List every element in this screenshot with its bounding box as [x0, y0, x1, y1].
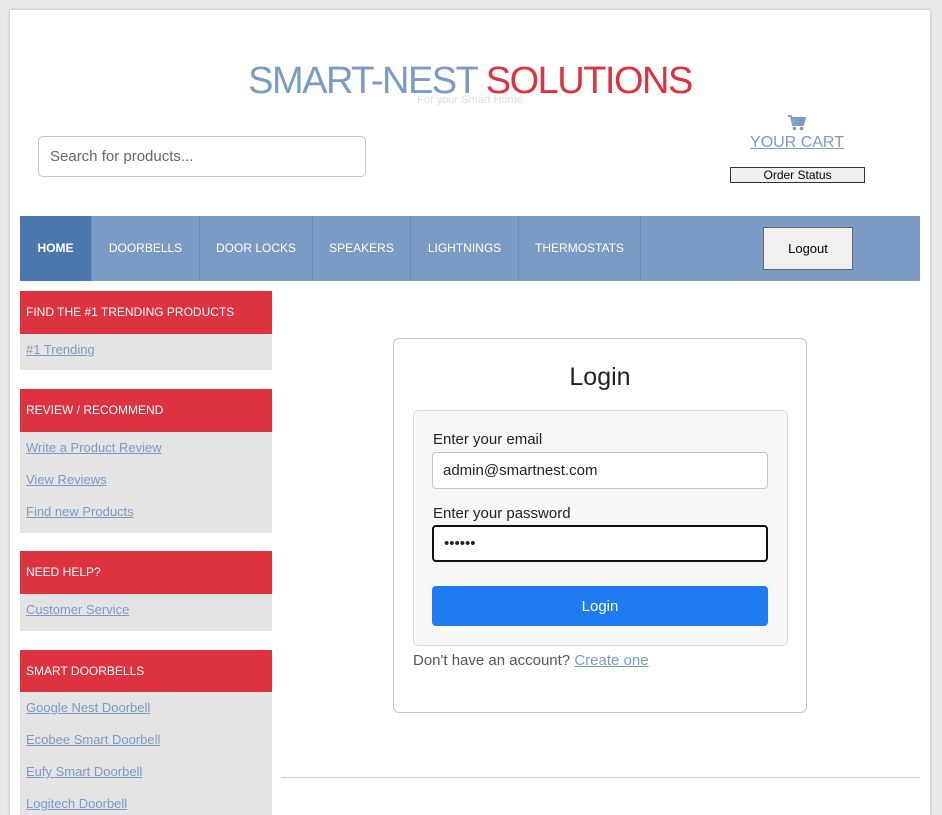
login-button[interactable]: Login — [432, 586, 768, 626]
order-status-button[interactable]: Order Status — [730, 167, 865, 183]
sidebar-heading-review: REVIEW / RECOMMEND — [20, 389, 272, 432]
cart-label[interactable]: YOUR CART — [732, 134, 862, 152]
sidebar-link-google-nest-doorbell[interactable]: Google Nest Doorbell — [20, 692, 272, 724]
nav-item-lightnings[interactable]: LIGHTNINGS — [411, 216, 519, 281]
sidebar-link-view-reviews[interactable]: View Reviews — [20, 464, 272, 496]
cart-link[interactable]: YOUR CART — [732, 115, 862, 152]
page-container: SMART-NEST SOLUTIONS For your Smart Home… — [10, 10, 930, 815]
nav-item-speakers[interactable]: SPEAKERS — [313, 216, 411, 281]
sidebar-section-trending: #1 Trending — [20, 334, 272, 370]
sidebar-section-help: Customer Service — [20, 594, 272, 631]
sidebar-link-find-products[interactable]: Find new Products — [20, 496, 272, 528]
login-card: Login Enter your email Enter your passwo… — [393, 338, 807, 713]
nav-item-doorbells[interactable]: DOORBELLS — [92, 216, 200, 281]
site-tagline: For your Smart Home — [417, 94, 523, 106]
nav-item-thermostats[interactable]: THERMOSTATS — [519, 216, 641, 281]
create-account-link[interactable]: Create one — [574, 652, 648, 669]
logout-button[interactable]: Logout — [763, 227, 853, 270]
signup-prompt: Don't have an account? Create one — [413, 652, 649, 669]
shopping-cart-icon[interactable] — [788, 115, 806, 131]
password-label: Enter your password — [433, 505, 571, 522]
nav-item-home[interactable]: HOME — [20, 216, 92, 281]
sidebar-heading-help: NEED HELP? — [20, 551, 272, 594]
sidebar-heading-doorbells: SMART DOORBELLS — [20, 650, 272, 693]
sidebar-link-ecobee-doorbell[interactable]: Ecobee Smart Doorbell — [20, 724, 272, 756]
sidebar-link-trending[interactable]: #1 Trending — [20, 334, 272, 366]
sidebar-section-doorbells: Google Nest Doorbell Ecobee Smart Doorbe… — [20, 692, 272, 815]
password-field[interactable] — [432, 525, 768, 562]
sidebar-section-review: Write a Product Review View Reviews Find… — [20, 432, 272, 533]
nav-item-door-locks[interactable]: DOOR LOCKS — [200, 216, 313, 281]
email-label: Enter your email — [433, 431, 543, 448]
login-title: Login — [569, 363, 631, 391]
sidebar-heading-trending: FIND THE #1 TRENDING PRODUCTS — [20, 291, 272, 334]
sidebar-link-customer-service[interactable]: Customer Service — [20, 594, 272, 626]
no-account-text: Don't have an account? — [413, 652, 571, 669]
content-divider — [281, 777, 920, 778]
sidebar-link-write-review[interactable]: Write a Product Review — [20, 432, 272, 464]
login-form: Enter your email Enter your password Log… — [413, 410, 788, 646]
sidebar-link-logitech-doorbell[interactable]: Logitech Doorbell — [20, 788, 272, 815]
email-field[interactable] — [432, 452, 768, 489]
main-navigation: HOME DOORBELLS DOOR LOCKS SPEAKERS LIGHT… — [20, 216, 920, 281]
search-input[interactable] — [38, 136, 366, 177]
sidebar-link-eufy-doorbell[interactable]: Eufy Smart Doorbell — [20, 756, 272, 788]
